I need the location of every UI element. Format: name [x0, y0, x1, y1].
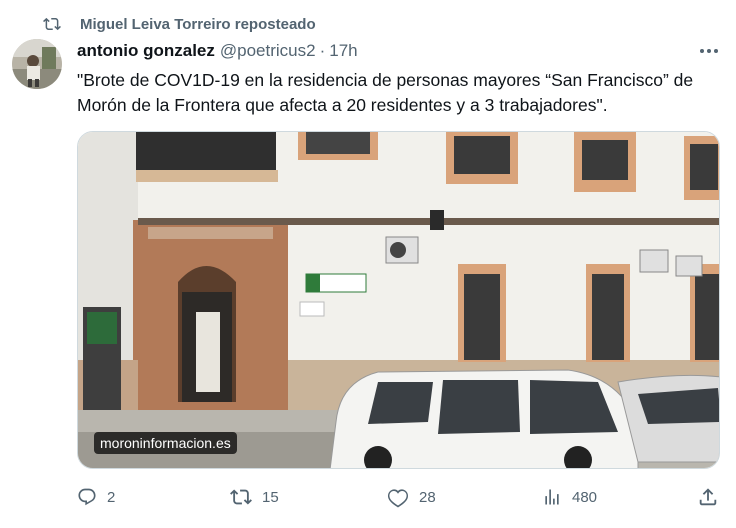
repost-icon: [42, 14, 62, 34]
repost-label: Miguel Leiva Torreiro reposteado: [80, 15, 316, 33]
reply-button[interactable]: 2: [77, 484, 115, 510]
repost-count: 15: [262, 488, 279, 506]
more-icon: [700, 49, 718, 53]
heart-icon: [387, 489, 409, 508]
author-handle[interactable]: @poetricus2: [220, 41, 316, 61]
reply-icon: [78, 488, 96, 506]
more-options-button[interactable]: [696, 40, 722, 62]
tweet-header: antonio gonzalez @poetricus2 · 17h: [77, 40, 358, 62]
tweet-text: "Brote de COV1D-19 en la residencia de p…: [77, 70, 694, 115]
share-icon: [699, 488, 717, 506]
repost-button[interactable]: 15: [230, 484, 279, 510]
like-count: 28: [419, 488, 436, 506]
like-button[interactable]: 28: [387, 484, 436, 510]
tweet-media[interactable]: moroninformacion.es: [77, 131, 720, 469]
views-count: 480: [572, 488, 598, 506]
views-button[interactable]: 480: [542, 484, 597, 510]
views-icon: [545, 489, 559, 505]
avatar[interactable]: [12, 39, 62, 89]
tweet-timestamp[interactable]: 17h: [329, 41, 357, 61]
author-name[interactable]: antonio gonzalez: [77, 41, 215, 61]
retweet-icon: [230, 489, 252, 505]
tweet-actions: 2 15 28 480: [77, 484, 722, 510]
repost-indicator[interactable]: Miguel Leiva Torreiro reposteado: [42, 14, 316, 34]
media-image: [78, 132, 719, 468]
header-separator: ·: [319, 41, 326, 60]
share-button[interactable]: [697, 484, 729, 510]
reply-count: 2: [107, 488, 116, 506]
media-watermark: moroninformacion.es: [94, 432, 237, 454]
